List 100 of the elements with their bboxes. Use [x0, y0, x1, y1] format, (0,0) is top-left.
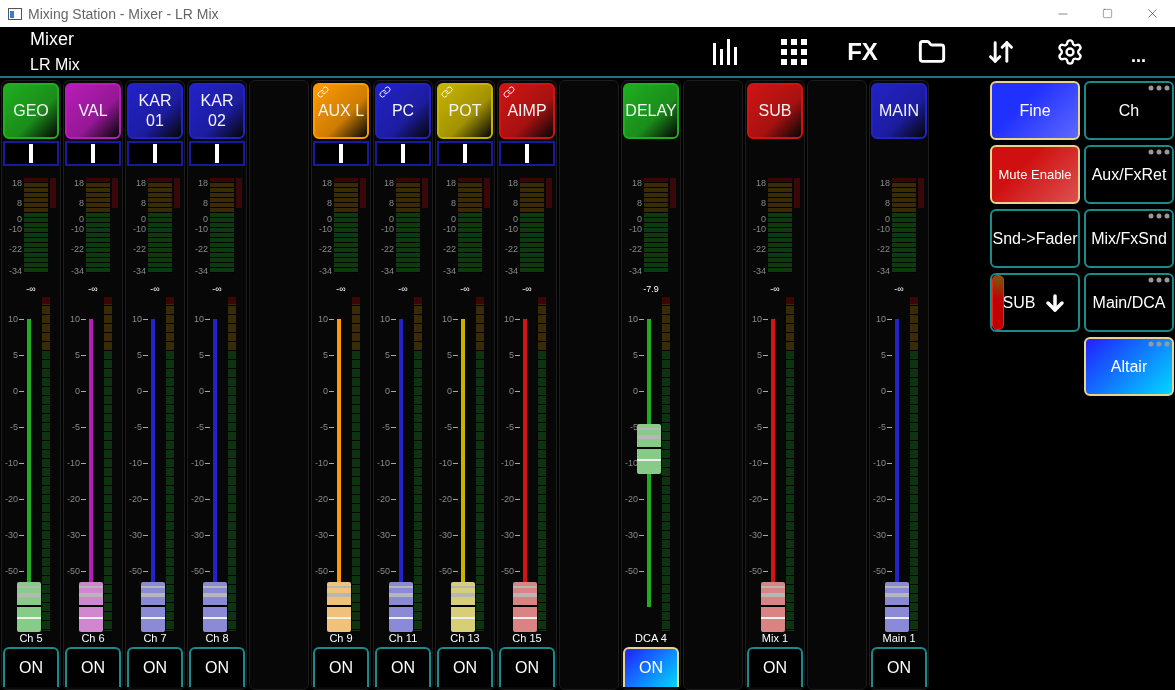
fader-scale-label: 0 — [374, 373, 396, 409]
fader-scale-label: 0 — [188, 373, 210, 409]
fader-thumb[interactable] — [637, 423, 661, 474]
layer-button[interactable]: Ch — [1084, 81, 1174, 140]
meter-scale-label: -10 — [443, 224, 456, 234]
level-reading: -∞ — [460, 283, 470, 296]
fader-scale-label: -5 — [312, 409, 334, 445]
meters-icon[interactable] — [712, 38, 737, 65]
channel-label: Ch 13 — [450, 631, 480, 645]
on-button[interactable]: ON — [313, 647, 369, 687]
meter-scale-label: 18 — [756, 178, 766, 188]
meter-scale-label: 18 — [508, 178, 518, 188]
meter-scale-label: -10 — [877, 224, 890, 234]
fader-thumb[interactable] — [513, 582, 537, 632]
meter-scale-label: -10 — [71, 224, 84, 234]
fader-scale-label: -30 — [374, 517, 396, 553]
grid-icon[interactable] — [780, 38, 807, 65]
pan-control[interactable] — [313, 141, 369, 166]
on-button[interactable]: ON — [65, 647, 121, 687]
more-dots-icon — [1148, 213, 1170, 219]
channel-name-button[interactable]: GEO — [3, 83, 59, 139]
more-dots-icon — [1148, 85, 1170, 91]
fader-scale-label: 10 — [188, 301, 210, 337]
on-button[interactable]: ON — [3, 647, 59, 687]
fader-scale-label: 10 — [2, 301, 24, 337]
settings-icon[interactable] — [1055, 37, 1084, 66]
fader-scale-label: -30 — [436, 517, 458, 553]
toggle-button[interactable]: Mute Enable — [990, 145, 1080, 204]
fader-thumb[interactable] — [327, 582, 351, 632]
meter-scale-label: 8 — [203, 198, 208, 208]
fader-scale-label: -20 — [498, 481, 520, 517]
close-icon[interactable] — [1145, 6, 1160, 21]
folder-icon[interactable] — [917, 37, 946, 66]
channel-name-button[interactable]: PC — [375, 83, 431, 139]
layer-button[interactable]: Mix/FxSnd — [1084, 209, 1174, 268]
on-button[interactable]: ON — [127, 647, 183, 687]
on-button[interactable]: ON — [375, 647, 431, 687]
layer-button[interactable]: Aux/FxRet — [1084, 145, 1174, 204]
more-button[interactable]: ... — [1131, 36, 1146, 67]
fader-scale-label: -5 — [64, 409, 86, 445]
level-reading: -∞ — [894, 283, 904, 296]
channel-name-button[interactable]: VAL — [65, 83, 121, 139]
fader-scale-label: -50 — [64, 553, 86, 589]
level-reading: -∞ — [398, 283, 408, 296]
layer-button[interactable]: Altair — [1084, 337, 1174, 396]
on-button[interactable]: ON — [437, 647, 493, 687]
pan-control[interactable] — [499, 141, 555, 166]
fader-thumb[interactable] — [451, 582, 475, 632]
fader-scale-label: -20 — [436, 481, 458, 517]
fader-scale-label: 0 — [622, 373, 644, 409]
fader-thumb[interactable] — [885, 582, 909, 632]
channel-name-button[interactable]: MAIN — [871, 83, 927, 139]
channel-name-button[interactable]: AIMP — [499, 83, 555, 139]
meter-scale-label: 0 — [17, 214, 22, 224]
on-button[interactable]: ON — [499, 647, 555, 687]
layer-button[interactable]: Main/DCA — [1084, 273, 1174, 332]
on-button[interactable]: ON — [747, 647, 803, 687]
fader-scale-label: -5 — [870, 409, 892, 445]
pan-control[interactable] — [375, 141, 431, 166]
fader-thumb[interactable] — [389, 582, 413, 632]
fader-scale-label: -5 — [498, 409, 520, 445]
fader-scale-label: 0 — [2, 373, 24, 409]
fader-thumb[interactable] — [761, 582, 785, 632]
channel-label: DCA 4 — [635, 631, 667, 645]
fader-scale-label: 0 — [436, 373, 458, 409]
channel-label: Mix 1 — [761, 631, 789, 645]
on-button[interactable]: ON — [871, 647, 927, 687]
fader-scale-label: -50 — [374, 553, 396, 589]
meter-scale-label: -10 — [753, 224, 766, 234]
meter-scale-label: -34 — [753, 266, 766, 276]
pan-control[interactable] — [65, 141, 121, 166]
channel-name-button[interactable]: KAR 01 — [127, 83, 183, 139]
pan-control[interactable] — [127, 141, 183, 166]
toggle-button[interactable]: Snd->Fader — [990, 209, 1080, 268]
channel-name-button[interactable]: KAR 02 — [189, 83, 245, 139]
level-reading: -7.9 — [643, 283, 659, 296]
meter-scale-label: -22 — [195, 244, 208, 254]
channel-label: Ch 8 — [205, 631, 229, 645]
meter-scale-label: -22 — [319, 244, 332, 254]
fader-thumb[interactable] — [79, 582, 103, 632]
channel-name-button[interactable]: DELAY — [623, 83, 679, 139]
pan-control[interactable] — [189, 141, 245, 166]
fader-thumb[interactable] — [203, 582, 227, 632]
on-button[interactable]: ON — [189, 647, 245, 687]
meter-scale-label: -10 — [505, 224, 518, 234]
channel-name-button[interactable]: AUX L — [313, 83, 369, 139]
meter-scale-label: 18 — [446, 178, 456, 188]
pan-control[interactable] — [437, 141, 493, 166]
meter-scale-label: 0 — [885, 214, 890, 224]
channel-name-button[interactable]: SUB — [747, 83, 803, 139]
fader-scale-label: 5 — [498, 337, 520, 373]
pan-control[interactable] — [3, 141, 59, 166]
fader-thumb[interactable] — [141, 582, 165, 632]
toggle-button[interactable]: Fine — [990, 81, 1080, 140]
on-button[interactable]: ON — [623, 647, 679, 687]
bank-button[interactable]: SUB — [990, 273, 1080, 332]
fader-thumb[interactable] — [17, 582, 41, 632]
fx-button[interactable]: FX — [847, 37, 878, 66]
fader-scale-label: -10 — [498, 445, 520, 481]
fader-scale-label: 0 — [870, 373, 892, 409]
